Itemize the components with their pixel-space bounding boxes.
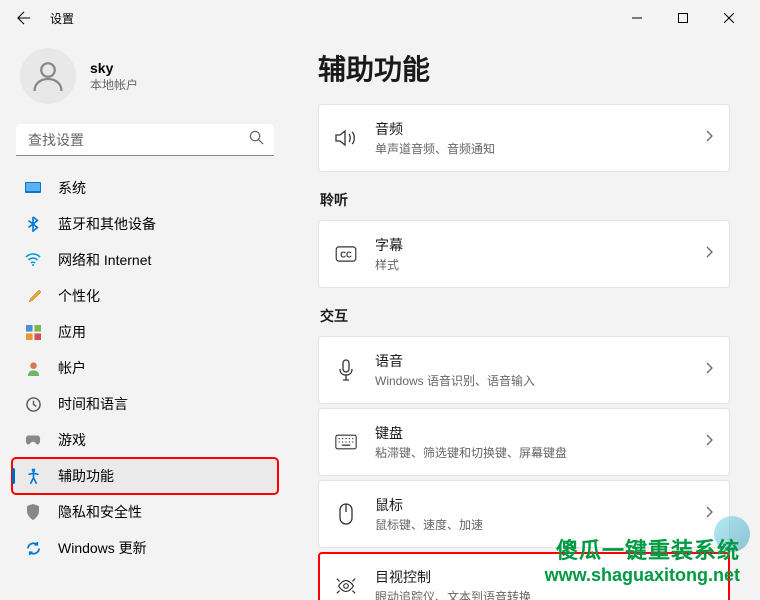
brush-icon [24, 287, 42, 305]
sidebar-item-bluetooth[interactable]: 蓝牙和其他设备 [12, 206, 278, 242]
card-sub: Windows 语音识别、语音输入 [375, 372, 687, 389]
arrow-left-icon [17, 11, 31, 25]
user-section[interactable]: sky 本地帐户 [12, 36, 278, 124]
sidebar-item-system[interactable]: 系统 [12, 170, 278, 206]
card-sub: 粘滞键、筛选键和切换键、屏幕键盘 [375, 444, 687, 461]
sidebar-item-accessibility[interactable]: 辅助功能 [12, 458, 278, 494]
close-icon [724, 13, 734, 23]
user-name: sky [90, 60, 138, 76]
card-title: 目视控制 [375, 567, 713, 587]
nav-label: 系统 [58, 178, 86, 198]
sidebar-item-accounts[interactable]: 帐户 [12, 350, 278, 386]
nav-label: 应用 [58, 322, 86, 342]
card-title: 键盘 [375, 423, 687, 443]
sidebar-item-network[interactable]: 网络和 Internet [12, 242, 278, 278]
mouse-icon [335, 503, 357, 525]
close-button[interactable] [706, 2, 752, 34]
chevron-right-icon [705, 245, 713, 264]
sidebar-item-privacy[interactable]: 隐私和安全性 [12, 494, 278, 530]
keyboard-icon [335, 434, 357, 450]
sidebar-item-apps[interactable]: 应用 [12, 314, 278, 350]
sidebar-item-gaming[interactable]: 游戏 [12, 422, 278, 458]
user-type: 本地帐户 [90, 76, 138, 93]
card-sub: 眼动追踪仪、文本到语音转换 [375, 588, 713, 600]
card-title: 语音 [375, 351, 687, 371]
card-speech[interactable]: 语音 Windows 语音识别、语音输入 [318, 336, 730, 404]
gamepad-icon [24, 431, 42, 449]
chevron-right-icon [705, 361, 713, 380]
apps-icon [24, 323, 42, 341]
card-sub: 单声道音频、音频通知 [375, 140, 687, 157]
maximize-icon [678, 13, 688, 23]
nav-label: 个性化 [58, 286, 100, 306]
update-icon [24, 539, 42, 557]
nav-label: 游戏 [58, 430, 86, 450]
maximize-button[interactable] [660, 2, 706, 34]
cc-icon: CC [335, 246, 357, 262]
card-eye-control[interactable]: 目视控制 眼动追踪仪、文本到语音转换 [318, 552, 730, 600]
card-sub: 样式 [375, 256, 687, 273]
card-captions[interactable]: CC 字幕 样式 [318, 220, 730, 288]
nav-list: 系统 蓝牙和其他设备 网络和 Internet 个性化 应用 帐户 [12, 170, 278, 566]
nav-label: 时间和语言 [58, 394, 128, 414]
back-button[interactable] [8, 2, 40, 34]
sidebar-item-personalization[interactable]: 个性化 [12, 278, 278, 314]
eye-icon [335, 575, 357, 597]
person-icon [30, 58, 66, 94]
page-title: 辅助功能 [318, 48, 730, 88]
wifi-icon [24, 251, 42, 269]
chevron-right-icon [705, 129, 713, 148]
card-title: 鼠标 [375, 495, 687, 515]
card-title: 字幕 [375, 235, 687, 255]
nav-label: 帐户 [58, 358, 86, 378]
minimize-button[interactable] [614, 2, 660, 34]
clock-icon [24, 395, 42, 413]
nav-label: 辅助功能 [58, 466, 114, 486]
section-hearing: 聆听 [320, 190, 730, 210]
microphone-icon [335, 359, 357, 381]
card-title: 音频 [375, 119, 687, 139]
card-audio[interactable]: 音频 单声道音频、音频通知 [318, 104, 730, 172]
chevron-right-icon [705, 433, 713, 452]
bluetooth-icon [24, 215, 42, 233]
card-mouse[interactable]: 鼠标 鼠标键、速度、加速 [318, 480, 730, 548]
section-interaction: 交互 [320, 306, 730, 326]
shield-icon [24, 503, 42, 521]
sidebar-item-windows-update[interactable]: Windows 更新 [12, 530, 278, 566]
nav-label: Windows 更新 [58, 538, 147, 558]
svg-text:CC: CC [340, 251, 352, 260]
search-icon [249, 130, 264, 150]
card-sub: 鼠标键、速度、加速 [375, 516, 687, 533]
chevron-right-icon [705, 505, 713, 524]
titlebar-title: 设置 [50, 10, 74, 27]
minimize-icon [632, 13, 642, 23]
accessibility-icon [24, 467, 42, 485]
display-icon [24, 179, 42, 197]
nav-label: 网络和 Internet [58, 250, 151, 270]
nav-label: 蓝牙和其他设备 [58, 214, 156, 234]
speaker-icon [335, 129, 357, 147]
nav-label: 隐私和安全性 [58, 502, 142, 522]
search-input[interactable] [16, 124, 274, 156]
card-keyboard[interactable]: 键盘 粘滞键、筛选键和切换键、屏幕键盘 [318, 408, 730, 476]
avatar [20, 48, 76, 104]
account-icon [24, 359, 42, 377]
sidebar-item-time-language[interactable]: 时间和语言 [12, 386, 278, 422]
